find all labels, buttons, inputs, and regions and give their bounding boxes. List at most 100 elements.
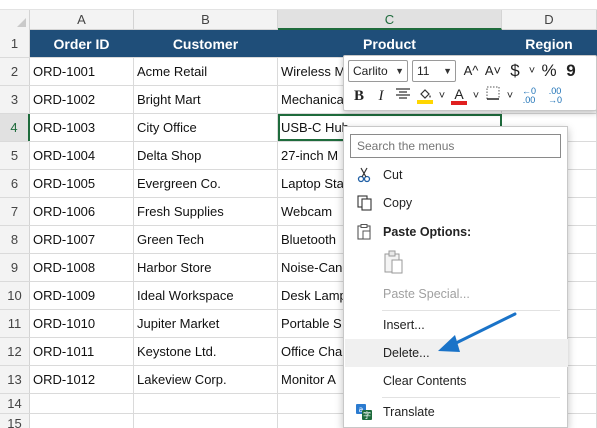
grow-font-button[interactable]: A^	[460, 60, 482, 82]
cell-order-id[interactable]: ORD-1003	[30, 114, 134, 141]
menu-item-translate[interactable]: a字 Translate	[345, 398, 568, 426]
menu-item-delete[interactable]: Delete...	[345, 339, 568, 367]
column-header-c[interactable]: C	[278, 10, 502, 30]
cell-customer[interactable]: Evergreen Co.	[134, 170, 278, 197]
cell-customer[interactable]: Green Tech	[134, 226, 278, 253]
empty-cell[interactable]	[30, 394, 134, 413]
align-center-icon	[396, 88, 410, 99]
menu-item-translate-label: Translate	[383, 405, 435, 419]
row-header[interactable]: 6	[0, 170, 30, 197]
svg-text:字: 字	[363, 410, 371, 420]
column-headers: A B C D	[0, 10, 597, 30]
cell-customer[interactable]: Acme Retail	[134, 58, 278, 85]
fill-color-dropdown[interactable]: ˅	[436, 85, 448, 107]
cell-customer[interactable]: Ideal Workspace	[134, 282, 278, 309]
row-header[interactable]: 5	[0, 142, 30, 169]
row-header[interactable]: 15	[0, 414, 30, 428]
row-header[interactable]: 3	[0, 86, 30, 113]
shrink-font-icon: A˅	[484, 63, 502, 78]
row-header[interactable]: 12	[0, 338, 30, 365]
row-header[interactable]: 14	[0, 394, 30, 413]
row-header[interactable]: 7	[0, 198, 30, 225]
increase-decimal-button[interactable]: ←0 .00	[516, 87, 542, 105]
currency-dropdown[interactable]: ˅	[526, 60, 538, 82]
menu-item-clear-contents[interactable]: Clear Contents	[345, 367, 568, 395]
cell-customer[interactable]: Bright Mart	[134, 86, 278, 113]
row-header[interactable]: 11	[0, 310, 30, 337]
menu-item-insert[interactable]: Insert...	[345, 311, 568, 339]
select-all-corner[interactable]	[0, 10, 30, 30]
row-header[interactable]: 2	[0, 58, 30, 85]
empty-cell[interactable]	[134, 394, 278, 413]
empty-cell[interactable]	[134, 414, 278, 428]
comma-style-button[interactable]: 9	[560, 60, 582, 83]
header-cell-product[interactable]: Product	[278, 30, 502, 57]
percent-button[interactable]: %	[538, 60, 560, 83]
cell-customer[interactable]: Jupiter Market	[134, 310, 278, 337]
cell-order-id[interactable]: ORD-1010	[30, 310, 134, 337]
font-name-combo[interactable]: Carlito ▼	[348, 60, 408, 82]
paint-bucket-icon	[420, 89, 431, 99]
header-cell-customer[interactable]: Customer	[134, 30, 278, 57]
row-header[interactable]: 8	[0, 226, 30, 253]
bold-button[interactable]: B	[348, 85, 370, 107]
scissors-icon	[345, 161, 383, 189]
cell-customer[interactable]: Keystone Ltd.	[134, 338, 278, 365]
cell-order-id[interactable]: ORD-1008	[30, 254, 134, 281]
align-center-button[interactable]	[392, 85, 414, 107]
cell-order-id[interactable]: ORD-1011	[30, 338, 134, 365]
cell-order-id[interactable]: ORD-1009	[30, 282, 134, 309]
comma-style-icon: 9	[566, 60, 576, 80]
row-header[interactable]: 4	[0, 114, 30, 141]
font-color-swatch	[451, 101, 467, 105]
decrease-decimal-button[interactable]: .00 →0	[542, 87, 568, 105]
menu-item-cut[interactable]: Cut	[345, 161, 568, 189]
context-menu: Cut Copy Paste Options: Paste Special...…	[343, 126, 568, 428]
empty-cell[interactable]	[30, 414, 134, 428]
borders-icon	[486, 86, 500, 100]
menu-search-input[interactable]	[350, 134, 561, 158]
row-header[interactable]: 13	[0, 366, 30, 393]
cell-order-id[interactable]: ORD-1007	[30, 226, 134, 253]
row-header[interactable]: 9	[0, 254, 30, 281]
cell-order-id[interactable]: ORD-1002	[30, 86, 134, 113]
menu-item-copy[interactable]: Copy	[345, 189, 568, 217]
row-header[interactable]: 10	[0, 282, 30, 309]
borders-dropdown[interactable]: ˅	[504, 85, 516, 107]
currency-button[interactable]: $	[504, 60, 526, 83]
menu-item-delete-label: Delete...	[383, 346, 430, 360]
menu-item-paste-special-label: Paste Special...	[383, 287, 470, 301]
header-cell-order-id[interactable]: Order ID	[30, 30, 134, 57]
cell-order-id[interactable]: ORD-1004	[30, 142, 134, 169]
cell-order-id[interactable]: ORD-1006	[30, 198, 134, 225]
italic-button[interactable]: I	[370, 85, 392, 107]
table-header-row: 1 Order ID Customer Product Region	[0, 30, 597, 58]
fill-color-button[interactable]	[414, 85, 436, 107]
fill-color-swatch	[417, 100, 433, 104]
menu-item-paste-special[interactable]: Paste Special...	[345, 280, 568, 308]
cell-customer[interactable]: Harbor Store	[134, 254, 278, 281]
paste-options-label: Paste Options:	[383, 225, 472, 239]
chevron-down-icon: ▼	[443, 66, 452, 76]
cell-customer[interactable]: Lakeview Corp.	[134, 366, 278, 393]
font-color-dropdown[interactable]: ˅	[470, 85, 482, 107]
cell-customer[interactable]: Fresh Supplies	[134, 198, 278, 225]
row-header[interactable]: 1	[0, 30, 30, 57]
grow-font-icon: A^	[463, 63, 479, 78]
column-header-b[interactable]: B	[134, 10, 278, 30]
cell-customer[interactable]: Delta Shop	[134, 142, 278, 169]
borders-button[interactable]	[482, 85, 504, 107]
cell-order-id[interactable]: ORD-1001	[30, 58, 134, 85]
cell-customer[interactable]: City Office	[134, 114, 278, 141]
cell-order-id[interactable]: ORD-1005	[30, 170, 134, 197]
paste-option-button[interactable]	[382, 249, 406, 275]
font-color-button[interactable]: A	[448, 85, 470, 107]
shrink-font-button[interactable]: A˅	[482, 60, 504, 82]
column-header-d[interactable]: D	[502, 10, 597, 30]
chevron-down-icon: ˅	[472, 90, 480, 102]
cell-order-id[interactable]: ORD-1012	[30, 366, 134, 393]
header-cell-region[interactable]: Region	[502, 30, 597, 57]
column-header-a[interactable]: A	[30, 10, 134, 30]
font-size-combo[interactable]: 11 ▼	[412, 60, 456, 82]
top-strip	[0, 0, 597, 10]
